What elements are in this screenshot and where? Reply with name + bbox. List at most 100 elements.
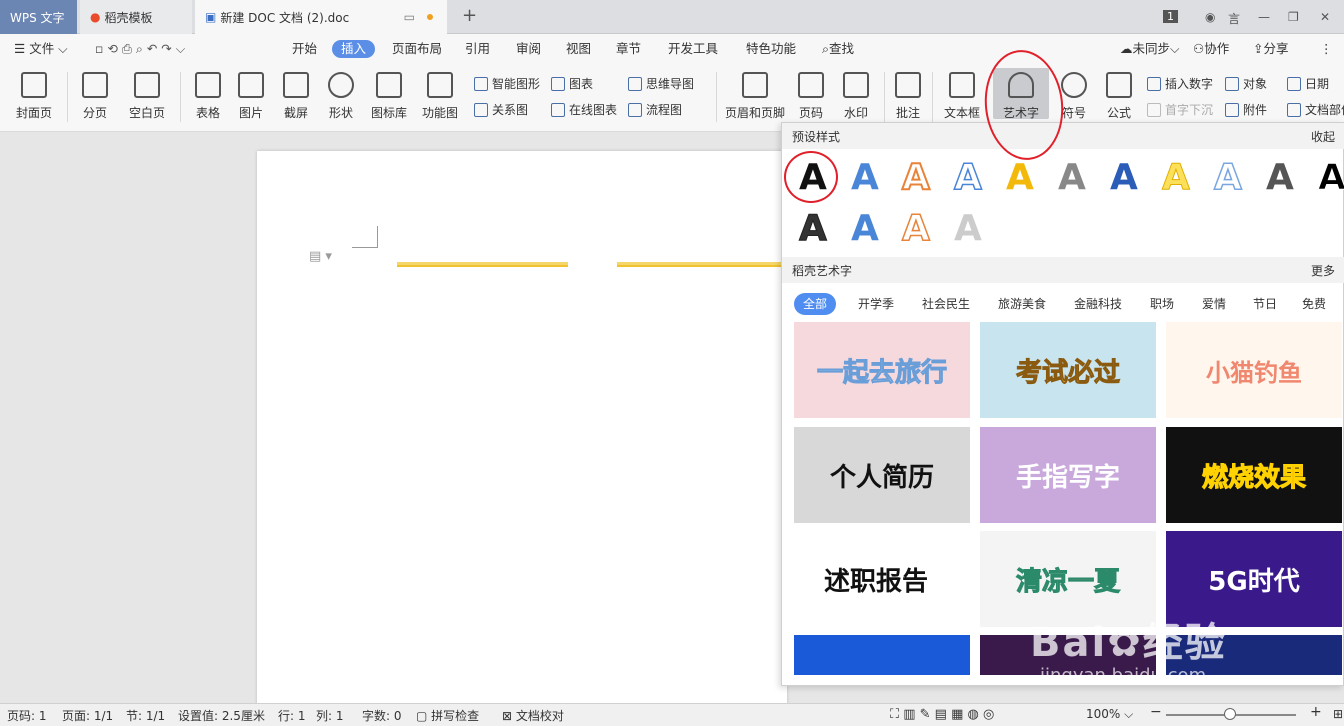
- wordart-style-4[interactable]: A: [953, 157, 982, 199]
- status-page[interactable]: 页码: 1: [7, 707, 47, 724]
- search-button[interactable]: ⌕查找: [822, 40, 854, 58]
- wordart-template-2[interactable]: 考试必过: [980, 322, 1156, 418]
- comment-button[interactable]: 批注: [880, 70, 936, 121]
- tab-special[interactable]: 特色功能: [746, 40, 796, 58]
- spell-check-button[interactable]: ▢ 拼写检查: [416, 707, 479, 724]
- category-school[interactable]: 开学季: [858, 293, 894, 315]
- tab-wps-writer[interactable]: WPS 文字: [0, 0, 77, 34]
- share-button[interactable]: ⇪分享: [1253, 40, 1289, 58]
- tab-developer[interactable]: 开发工具: [668, 40, 718, 58]
- online-chart-button[interactable]: 在线图表: [551, 101, 617, 118]
- wordart-template-5[interactable]: 手指写字: [980, 427, 1156, 523]
- wordart-template-7[interactable]: 述职报告: [794, 531, 970, 627]
- wordart-style-9[interactable]: A: [1213, 157, 1242, 199]
- proofread-button[interactable]: ⊠ 文档校对: [502, 707, 564, 724]
- fit-icon[interactable]: ⊞: [1333, 707, 1343, 721]
- wordart-style-10[interactable]: A: [1266, 158, 1294, 198]
- restore-icon[interactable]: ❐: [1288, 10, 1299, 24]
- status-row[interactable]: 行: 1: [278, 707, 306, 724]
- wordart-template-10[interactable]: [794, 635, 970, 675]
- wordart-style-6[interactable]: A: [1058, 158, 1086, 198]
- insert-number-button[interactable]: 插入数字: [1147, 75, 1213, 92]
- relation-chart-button[interactable]: 关系图: [474, 101, 528, 118]
- flowchart-button[interactable]: 流程图: [628, 101, 682, 118]
- object-button[interactable]: 对象: [1225, 75, 1267, 92]
- tab-review[interactable]: 审阅: [516, 40, 541, 58]
- drop-cap-button[interactable]: 首字下沉: [1147, 101, 1213, 118]
- quick-access-toolbar[interactable]: ▫ ⟲ ⎙ ⌕ ↶ ↷ ⌵: [95, 40, 185, 58]
- chart-button[interactable]: 图表: [551, 75, 593, 92]
- tab-view[interactable]: 视图: [566, 40, 591, 58]
- tab-document[interactable]: ▣ 新建 DOC 文档 (2).doc ▭: [195, 0, 447, 35]
- blank-page-button[interactable]: 空白页: [119, 70, 175, 121]
- status-pages[interactable]: 页面: 1/1: [62, 707, 113, 724]
- wordart-style-2[interactable]: A: [851, 158, 879, 198]
- wordart-style-13[interactable]: A: [851, 209, 879, 249]
- category-free[interactable]: 免费: [1302, 293, 1326, 315]
- tab-page-layout[interactable]: 页面布局: [392, 40, 442, 58]
- cover-page-button[interactable]: 封面页: [6, 70, 62, 121]
- status-col[interactable]: 列: 1: [316, 707, 344, 724]
- zoom-out-icon[interactable]: −: [1150, 704, 1162, 720]
- category-society[interactable]: 社会民生: [922, 293, 970, 315]
- wordart-style-8[interactable]: A: [1162, 157, 1191, 198]
- tab-template[interactable]: ● 稻壳模板: [80, 0, 192, 34]
- smart-graphic-button[interactable]: 智能图形: [474, 75, 540, 92]
- document-page[interactable]: [257, 151, 787, 711]
- category-festival[interactable]: 节日: [1253, 293, 1277, 315]
- wordart-template-6[interactable]: 燃烧效果: [1166, 427, 1342, 523]
- more-menu-icon[interactable]: ⋮: [1320, 40, 1333, 58]
- wordart-style-15[interactable]: A: [954, 209, 982, 249]
- textbox-button[interactable]: 文本框: [934, 70, 990, 121]
- close-icon[interactable]: ✕: [1320, 10, 1330, 24]
- monitor-icon[interactable]: ▭: [404, 10, 415, 24]
- wordart-style-7[interactable]: A: [1110, 158, 1138, 198]
- page-break-button[interactable]: 分页: [67, 70, 123, 121]
- zoom-in-icon[interactable]: +: [1310, 704, 1322, 720]
- paragraph-icon[interactable]: ▤ ▾: [309, 249, 332, 264]
- wordart-style-12[interactable]: A: [799, 208, 828, 249]
- wordart-template-3[interactable]: 小猫钓鱼: [1166, 322, 1342, 418]
- wordart-style-11[interactable]: A: [1318, 157, 1344, 198]
- category-love[interactable]: 爱情: [1202, 293, 1226, 315]
- category-travel-food[interactable]: 旅游美食: [998, 293, 1046, 315]
- icon-library-button[interactable]: 图标库: [361, 70, 417, 121]
- tab-chapter[interactable]: 章节: [616, 40, 641, 58]
- status-setting[interactable]: 设置值: 2.5厘米: [178, 707, 265, 724]
- collab-button[interactable]: ⚇协作: [1193, 40, 1229, 58]
- more-button[interactable]: 更多: [1311, 262, 1335, 279]
- wordart-template-4[interactable]: 个人简历: [794, 427, 970, 523]
- zoom-slider-handle[interactable]: [1224, 708, 1236, 720]
- wordart-style-5[interactable]: A: [1006, 158, 1034, 198]
- status-section[interactable]: 节: 1/1: [126, 707, 165, 724]
- wordart-style-14[interactable]: A: [901, 208, 930, 250]
- view-mode-icons[interactable]: ⛶ ▥ ✎ ▤ ▦ ◍ ◎: [890, 707, 994, 722]
- minimize-icon[interactable]: —: [1258, 10, 1270, 24]
- avatar[interactable]: ◉: [1205, 10, 1215, 24]
- tab-insert[interactable]: 插入: [332, 40, 376, 58]
- wordart-template-1[interactable]: 一起去旅行: [794, 322, 970, 418]
- zoom-level[interactable]: 100% ⌵: [1086, 707, 1133, 722]
- doc-parts-button[interactable]: 文档部件: [1287, 101, 1344, 118]
- collapse-button[interactable]: 收起: [1311, 128, 1335, 145]
- tab-home[interactable]: 开始: [292, 40, 317, 58]
- wordart-style-3[interactable]: A: [901, 157, 931, 199]
- user-name[interactable]: 言: [1228, 10, 1240, 27]
- date-button[interactable]: 日期: [1287, 75, 1329, 92]
- mind-map-button[interactable]: 思维导图: [628, 75, 694, 92]
- sync-button[interactable]: ☁未同步⌵: [1120, 40, 1180, 58]
- formula-button[interactable]: 公式: [1091, 70, 1147, 121]
- category-finance-tech[interactable]: 金融科技: [1074, 293, 1122, 315]
- category-workplace[interactable]: 职场: [1150, 293, 1174, 315]
- new-tab-icon[interactable]: +: [462, 5, 477, 26]
- status-words[interactable]: 字数: 0: [362, 707, 402, 724]
- header-footer-button[interactable]: 页眉和页脚: [725, 70, 785, 121]
- watermark-button[interactable]: 水印: [828, 70, 884, 121]
- function-chart-button[interactable]: 功能图: [412, 70, 468, 121]
- file-menu[interactable]: ☰ 文件 ⌵: [14, 40, 68, 58]
- attachment-button[interactable]: 附件: [1225, 101, 1267, 118]
- tab-references[interactable]: 引用: [465, 40, 490, 58]
- category-all[interactable]: 全部: [794, 293, 837, 315]
- window-count-badge[interactable]: 1: [1163, 10, 1178, 23]
- function-chart-label: 功能图: [421, 106, 458, 120]
